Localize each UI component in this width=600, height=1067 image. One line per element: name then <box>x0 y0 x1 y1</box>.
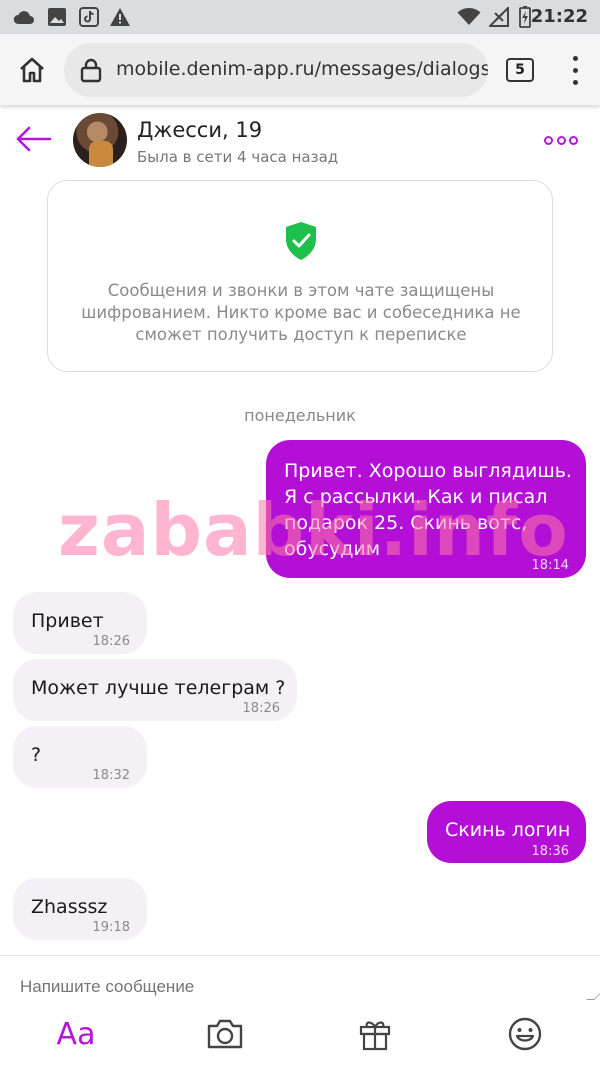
contact-name[interactable]: Джесси, 19 <box>137 118 262 142</box>
shield-check-icon <box>286 222 316 260</box>
message-input[interactable] <box>20 977 560 997</box>
status-bar: 21:22 <box>0 0 600 34</box>
encryption-notice: Сообщения и звонки в этом чате защищены … <box>47 180 553 372</box>
message-bubble-incoming[interactable]: Привет 18:26 <box>13 592 147 654</box>
message-text: Привет. Хорошо выглядишь. Я с рассылки. … <box>284 460 572 560</box>
lock-icon <box>80 58 102 83</box>
resize-handle <box>586 992 600 1000</box>
message-bubble-incoming[interactable]: Zhasssz 19:18 <box>13 878 147 940</box>
message-time: 19:18 <box>92 920 130 935</box>
emoji-icon[interactable] <box>506 1014 544 1054</box>
composer-divider <box>0 955 600 956</box>
wifi-icon <box>456 6 482 28</box>
message-bubble-incoming[interactable]: ? 18:32 <box>13 726 147 788</box>
home-icon[interactable] <box>14 52 50 88</box>
text-format-label: Aa <box>56 1016 96 1052</box>
url-text[interactable]: mobile.denim-app.ru/messages/dialogs/7 <box>116 58 488 80</box>
image-icon <box>46 6 68 28</box>
encryption-text: Сообщения и звонки в этом чате защищены … <box>81 281 521 344</box>
message-bubble-outgoing[interactable]: Скинь логин 18:36 <box>427 801 586 863</box>
last-seen-status: Была в сети 4 часа назад <box>137 148 339 166</box>
tabs-icon[interactable]: 5 <box>506 58 534 82</box>
message-text: Zhasssz <box>31 896 108 918</box>
day-separator: понедельник <box>244 406 356 425</box>
message-text: ? <box>31 744 42 766</box>
tiktok-icon <box>78 6 100 28</box>
message-time: 18:26 <box>92 634 130 649</box>
message-time: 18:14 <box>531 558 569 573</box>
camera-icon[interactable] <box>204 1014 246 1054</box>
warning-icon <box>108 6 132 28</box>
message-bubble-incoming[interactable]: Может лучше телеграм ? 18:26 <box>13 659 297 721</box>
cloud-icon <box>12 6 36 28</box>
avatar[interactable] <box>73 113 127 167</box>
text-format-button[interactable]: Aa <box>52 1014 100 1054</box>
message-bubble-outgoing[interactable]: Привет. Хорошо выглядишь. Я с рассылки. … <box>266 440 586 578</box>
more-dots-icon[interactable] <box>544 134 578 146</box>
message-time: 18:36 <box>531 844 569 859</box>
gift-icon[interactable] <box>356 1014 394 1054</box>
message-text: Привет <box>31 610 104 632</box>
message-text: Скинь логин <box>445 819 571 841</box>
message-time: 18:32 <box>92 768 130 783</box>
back-arrow-icon[interactable] <box>14 124 52 154</box>
message-text: Может лучше телеграм ? <box>31 677 286 699</box>
no-signal-icon <box>488 6 510 28</box>
address-bar[interactable]: mobile.denim-app.ru/messages/dialogs/7 <box>64 43 488 97</box>
browser-toolbar: mobile.denim-app.ru/messages/dialogs/7 5 <box>0 34 600 106</box>
clock: 21:22 <box>530 6 588 27</box>
kebab-menu-icon[interactable] <box>566 52 584 88</box>
message-time: 18:26 <box>242 701 280 716</box>
